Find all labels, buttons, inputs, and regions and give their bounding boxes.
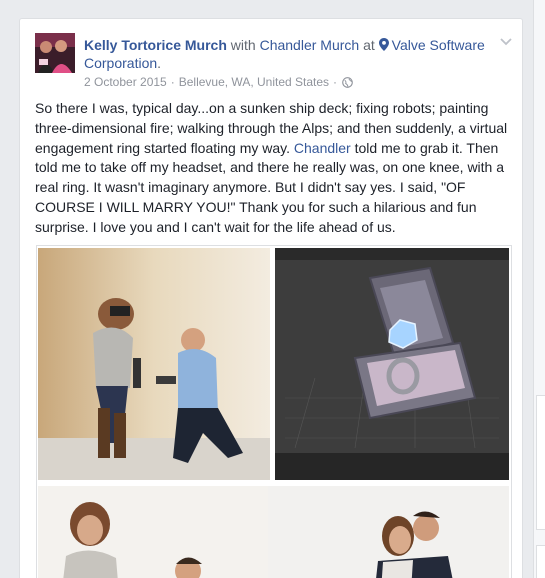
at-label: at bbox=[363, 37, 375, 53]
photo-couple[interactable] bbox=[38, 486, 509, 578]
photo-proposal-vr[interactable] bbox=[38, 248, 270, 480]
with-label: with bbox=[230, 37, 256, 53]
post-header: Kelly Tortorice Murch with Chandler Murc… bbox=[84, 36, 494, 72]
right-sidebar-edge bbox=[533, 0, 545, 578]
post-date-link[interactable]: 2 October 2015 bbox=[84, 75, 167, 89]
tagged-friend-link[interactable]: Chandler Murch bbox=[260, 37, 360, 53]
mention-link[interactable]: Chandler bbox=[294, 140, 351, 156]
meta-separator-2: · bbox=[333, 75, 338, 89]
post-body: So there I was, typical day...on a sunke… bbox=[35, 99, 515, 238]
author-name-link[interactable]: Kelly Tortorice Murch bbox=[84, 37, 227, 53]
chevron-down-icon[interactable] bbox=[499, 37, 513, 47]
photo-virtual-ring[interactable] bbox=[275, 248, 509, 480]
post-meta: 2 October 2015 · Bellevue, WA, United St… bbox=[84, 75, 353, 89]
globe-icon[interactable] bbox=[342, 76, 353, 88]
meta-separator: · bbox=[170, 75, 175, 89]
post-card: Kelly Tortorice Murch with Chandler Murc… bbox=[19, 18, 523, 578]
post-location[interactable]: Bellevue, WA, United States bbox=[179, 75, 329, 89]
sidebar-panel-2 bbox=[536, 545, 545, 578]
location-pin-icon bbox=[378, 38, 389, 51]
author-avatar[interactable] bbox=[35, 33, 75, 73]
sidebar-panel bbox=[536, 395, 545, 530]
place-suffix: . bbox=[157, 55, 162, 71]
